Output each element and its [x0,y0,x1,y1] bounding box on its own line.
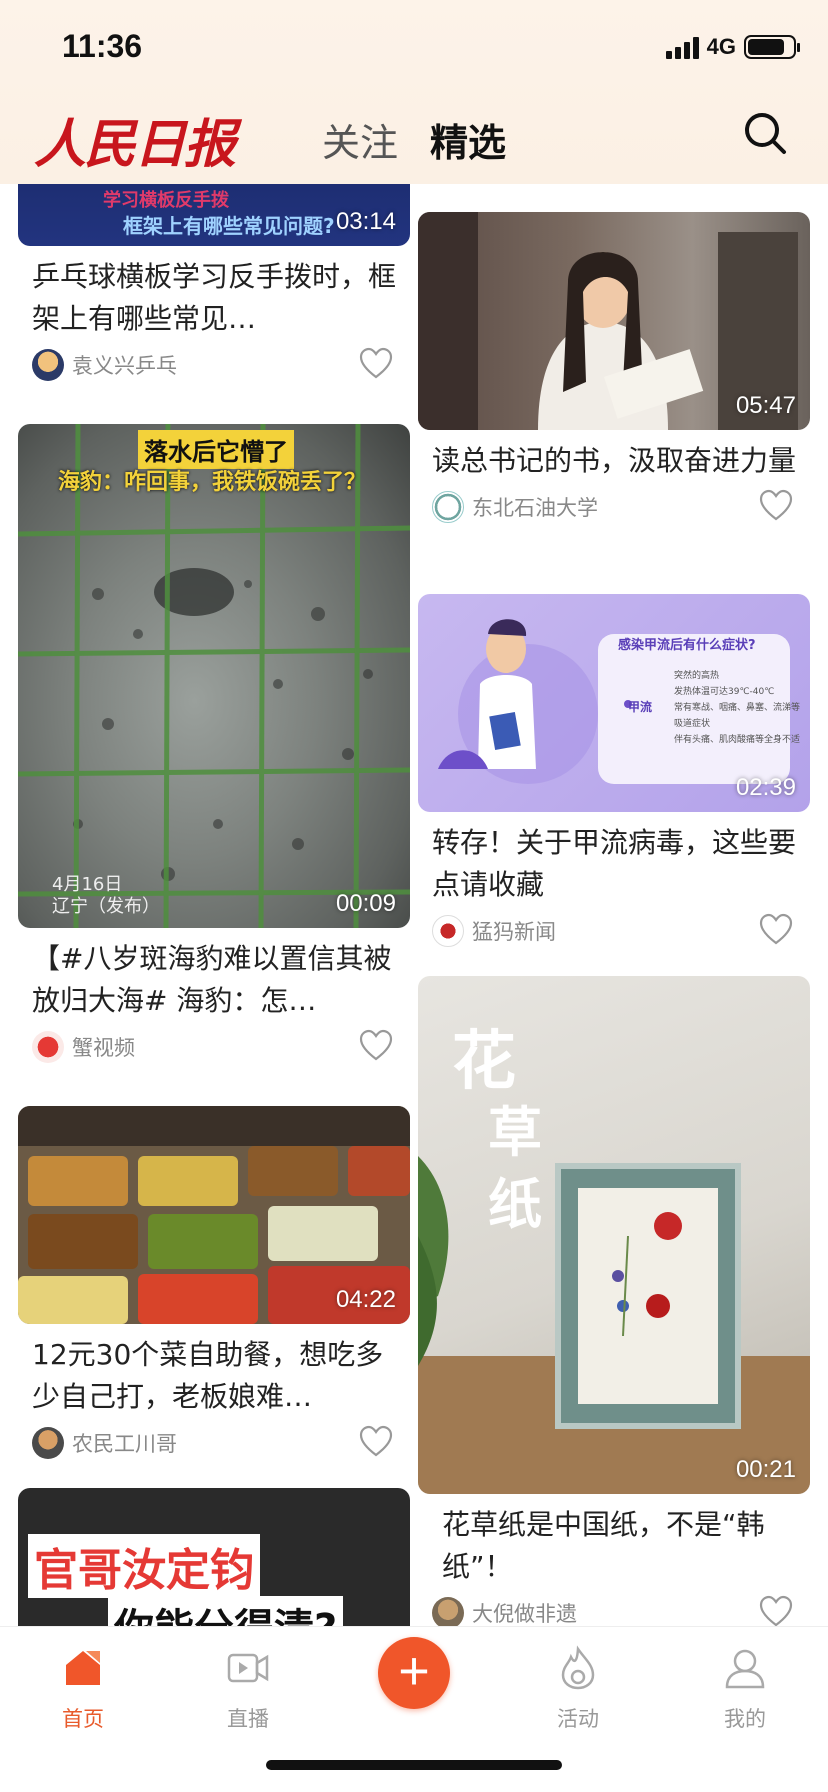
card-meta: 猛犸新闻 [418,906,810,956]
avatar [432,915,464,947]
overlay-caption: 海豹：咋回事，我铁饭碗丢了？ [58,470,367,495]
author-name[interactable]: 农民工川哥 [72,1428,177,1458]
avatar [432,1597,464,1626]
overlay-caption: 伴有头痛、肌肉酸痛等全身不适 [674,735,801,745]
author-name[interactable]: 东北石油大学 [472,492,598,522]
overlay-caption: 感染甲流后有什么症状? [618,638,756,653]
video-thumbnail[interactable]: 05:47 [418,212,810,430]
tab-follow[interactable]: 关注 [322,112,398,167]
video-title[interactable]: 花草纸是中国纸，不是“韩纸”！ [418,1494,810,1588]
heart-icon[interactable] [758,912,794,948]
overlay-caption: 常有寒战、咽痛、鼻塞、流涕等 [674,703,801,713]
overlay-caption: 发热体温可达39℃-40℃ [674,687,775,697]
app-logo: 人民日报 [34,114,236,175]
heart-icon[interactable] [758,488,794,524]
video-title[interactable]: 乒乓球横板学习反手拨时，框架上有哪些常见… [18,246,410,340]
user-icon [725,1649,765,1689]
avatar [32,1031,64,1063]
search-icon[interactable] [742,110,788,156]
overlay-caption: 纸 [488,1172,542,1236]
video-title[interactable]: 【#八岁斑海豹难以置信其被放归大海# 海豹：怎… [18,928,410,1022]
overlay-source: 辽宁（发布） [52,896,160,917]
heart-icon[interactable] [358,346,394,382]
video-title[interactable]: 读总书记的书，汲取奋进力量 [418,430,810,482]
card-meta: 东北石油大学 [418,482,810,532]
nav-label: 直播 [227,1707,269,1731]
video-camera-icon [227,1653,269,1683]
video-card[interactable]: 05:47 读总书记的书，汲取奋进力量 东北石油大学 [418,212,810,532]
battery-icon [744,35,800,59]
overlay-caption: 甲流 [628,700,653,714]
overlay-caption: 官哥汝定钧 [28,1534,260,1598]
author-name[interactable]: 蟹视频 [72,1032,135,1062]
video-duration: 04:22 [335,1286,396,1313]
overlay-caption: 你能分得清? [108,1596,344,1626]
video-card[interactable]: 感染甲流后有什么症状? 甲流 突然的高热 发热体温可达39℃-40℃ 常有寒战、… [418,594,810,956]
overlay-caption: 吸道症状 [674,719,711,729]
nav-live[interactable]: 直播 [193,1645,303,1733]
video-duration: 05:47 [735,392,796,419]
nav-label: 我的 [724,1707,766,1731]
overlay-caption: 草 [488,1100,542,1164]
video-thumbnail[interactable]: 感染甲流后有什么症状? 甲流 突然的高热 发热体温可达39℃-40℃ 常有寒战、… [418,594,810,812]
overlay-caption: 突然的高热 [674,671,720,681]
status-indicators: 4G [665,34,800,60]
seal-cage-illustration [18,424,410,928]
top-header: 11:36 4G 人民日报 关注 精选 [0,0,828,184]
video-thumbnail[interactable]: 落水后它懵了 海豹：咋回事，我铁饭碗丢了？ 4月16日 辽宁（发布） 00:09 [18,424,410,928]
video-card[interactable]: 04:22 12元30个菜自助餐，想吃多少自己打，老板娘难… 农民工川哥 [18,1106,410,1468]
nav-label: 首页 [62,1707,104,1731]
video-duration: 00:21 [735,1456,796,1483]
flame-icon [561,1645,595,1690]
card-meta: 蟹视频 [18,1022,410,1072]
video-title[interactable]: 12元30个菜自助餐，想吃多少自己打，老板娘难… [18,1324,410,1418]
home-icon [66,1651,100,1685]
signal-icon [665,35,699,59]
status-time: 11:36 [62,28,143,64]
avatar [32,349,64,381]
video-duration: 00:09 [335,890,396,917]
home-indicator [266,1760,562,1770]
video-duration: 02:39 [735,774,796,801]
feed: 学习横板反手拨 框架上有哪些常见问题? 03:14 乒乓球横板学习反手拨时，框架… [0,184,828,1626]
author-name[interactable]: 猛犸新闻 [472,916,556,946]
video-card[interactable]: 花 草 纸 00:21 花草纸是中国纸，不是“韩纸”！ 大倪做非遗 [418,976,810,1626]
overlay-caption: 框架上有哪些常见问题? [123,214,335,238]
author-name[interactable]: 袁义兴乒乓 [72,350,177,380]
avatar [432,491,464,523]
video-thumbnail[interactable]: 04:22 [18,1106,410,1324]
video-title[interactable]: 转存！关于甲流病毒，这些要点请收藏 [418,812,810,906]
video-thumbnail[interactable]: 官哥汝定钧 你能分得清? [18,1488,410,1626]
card-meta: 大倪做非遗 [418,1588,810,1626]
video-card[interactable]: 落水后它懵了 海豹：咋回事，我铁饭碗丢了？ 4月16日 辽宁（发布） 00:09… [18,424,410,1072]
nav-label: 活动 [557,1707,599,1731]
card-meta: 袁义兴乒乓 [18,340,410,390]
nav-mine[interactable]: 我的 [690,1645,800,1733]
video-card[interactable]: 学习横板反手拨 框架上有哪些常见问题? 03:14 乒乓球横板学习反手拨时，框架… [18,184,410,390]
author-name[interactable]: 大倪做非遗 [472,1598,577,1626]
network-type: 4G [706,34,736,59]
overlay-caption: 学习横板反手拨 [103,190,229,211]
nav-activity[interactable]: 活动 [523,1645,633,1733]
card-meta: 农民工川哥 [18,1418,410,1468]
nav-home[interactable]: 首页 [28,1645,138,1733]
heart-icon[interactable] [358,1424,394,1460]
video-card[interactable]: 官哥汝定钧 你能分得清? [18,1488,410,1626]
heart-icon[interactable] [358,1028,394,1064]
video-duration: 03:14 [335,208,396,235]
heart-icon[interactable] [758,1594,794,1626]
video-thumbnail[interactable]: 学习横板反手拨 框架上有哪些常见问题? 03:14 [18,184,410,246]
video-thumbnail[interactable]: 花 草 纸 00:21 [418,976,810,1494]
tab-featured[interactable]: 精选 [430,112,506,167]
avatar [32,1427,64,1459]
add-button[interactable]: + [378,1637,450,1709]
